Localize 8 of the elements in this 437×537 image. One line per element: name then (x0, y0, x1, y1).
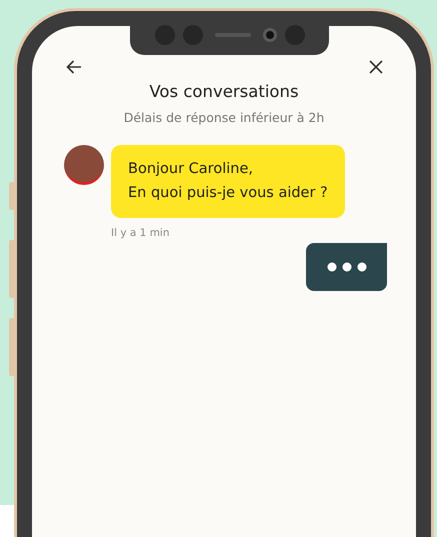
typing-dots-icon (326, 262, 366, 272)
response-time-note: Délais de réponse inférieur à 2h (122, 110, 326, 125)
message-time: Il y a 1 min (111, 227, 170, 239)
close-icon[interactable] (369, 60, 383, 74)
screen-title: Vos conversations (148, 82, 300, 101)
back-arrow-icon[interactable] (66, 60, 82, 74)
avatar (64, 145, 104, 185)
message-bubble: Bonjour Caroline, En quoi puis-je vous aider ? (111, 145, 345, 218)
